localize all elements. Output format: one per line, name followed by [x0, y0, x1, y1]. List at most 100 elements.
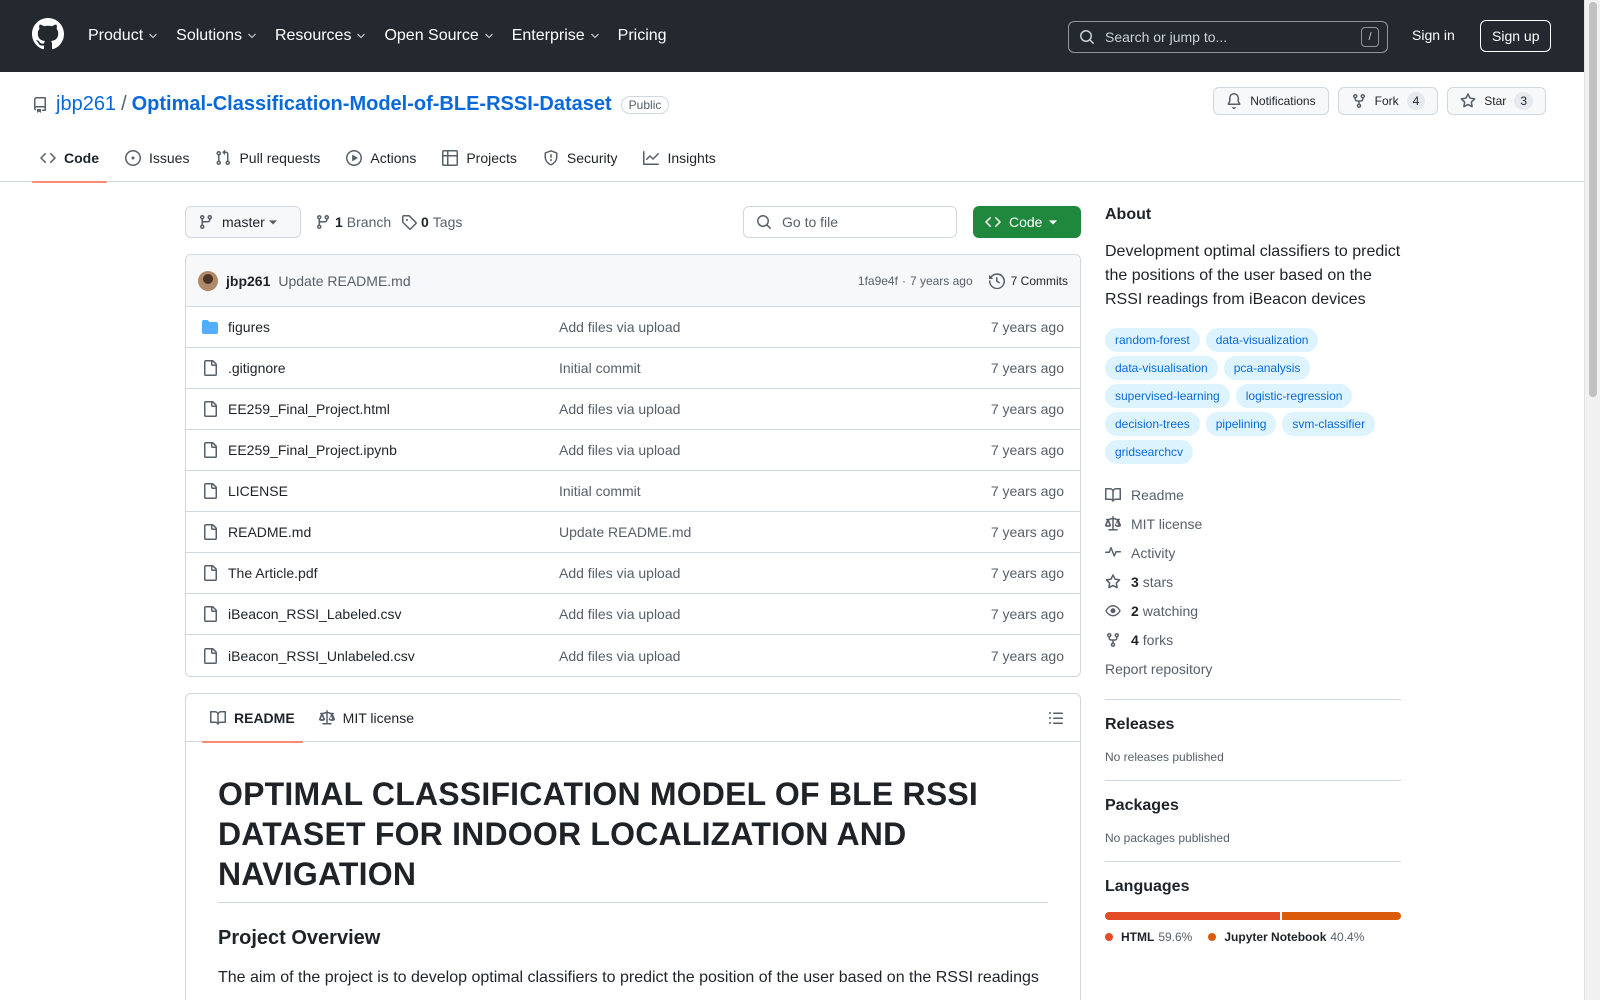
packages-heading[interactable]: Packages [1105, 797, 1401, 815]
commits-history-link[interactable]: 7 Commits [988, 272, 1068, 289]
license-link[interactable]: MIT license [1105, 509, 1401, 538]
tab-issues[interactable]: Issues [117, 134, 197, 182]
page-scrollbar[interactable] [1584, 0, 1600, 1000]
file-commit-message-link[interactable]: Add files via upload [559, 606, 991, 622]
language-name: Jupyter Notebook [1224, 930, 1327, 944]
file-commit-message-link[interactable]: Add files via upload [559, 401, 991, 417]
nav-resources[interactable]: Resources [275, 22, 367, 50]
topic-tag[interactable]: gridsearchcv [1105, 440, 1194, 464]
language-bar [1105, 912, 1401, 920]
activity-link-label: Activity [1131, 544, 1176, 561]
tab-projects[interactable]: Projects [434, 134, 525, 182]
activity-link[interactable]: Activity [1105, 538, 1401, 567]
tab-license[interactable]: MIT license [311, 694, 422, 742]
branch-count-label: Branch [346, 214, 392, 230]
file-name-link[interactable]: EE259_Final_Project.html [228, 401, 559, 417]
topic-tag[interactable]: data-visualisation [1105, 356, 1218, 380]
code-button-label: Code [1009, 214, 1043, 230]
go-to-file-input[interactable]: Go to file [743, 206, 957, 238]
file-row[interactable]: The Article.pdf Add files via upload 7 yea… [186, 553, 1080, 594]
commit-message-link[interactable]: Update README.md [278, 273, 410, 289]
readme-section-title: Project Overview [218, 927, 381, 949]
file-row[interactable]: LICENSE Initial commit 7 years ago [186, 471, 1080, 512]
sign-up-button[interactable]: Sign up [1480, 20, 1552, 52]
commit-hash-link[interactable]: 1fa9e4f [858, 274, 898, 288]
notifications-button[interactable]: Notifications [1213, 87, 1329, 115]
file-row[interactable]: README.md Update README.md 7 years ago [186, 512, 1080, 553]
file-name-link[interactable]: README.md [228, 524, 559, 540]
code-dropdown-button[interactable]: Code [973, 206, 1081, 238]
packages-empty-text: No packages published [1105, 831, 1230, 845]
topic-tag[interactable]: random-forest [1105, 328, 1200, 352]
readme-link[interactable]: Readme [1105, 480, 1401, 509]
file-name-link[interactable]: LICENSE [228, 483, 559, 499]
file-commit-message-link[interactable]: Add files via upload [559, 442, 991, 458]
tab-security[interactable]: Security [535, 134, 626, 182]
tags-link[interactable]: 0 Tags [401, 206, 462, 238]
avatar[interactable] [198, 270, 218, 291]
repo-owner-link[interactable]: jbp261 [56, 93, 116, 116]
nav-solutions[interactable]: Solutions [176, 22, 258, 50]
language-item[interactable]: Jupyter Notebook 40.4% [1208, 930, 1364, 944]
scrollbar-thumb[interactable] [1589, 2, 1597, 397]
repo-actions: Notifications Fork 4 Star 3 [1213, 87, 1546, 115]
topic-tag[interactable]: pca-analysis [1223, 356, 1311, 380]
topic-tag[interactable]: svm-classifier [1282, 412, 1376, 436]
tab-readme[interactable]: README [202, 694, 303, 743]
language-list: HTML 59.6% Jupyter Notebook 40.4% [1105, 930, 1401, 944]
github-logo-icon[interactable] [32, 18, 64, 50]
file-name-link[interactable]: figures [228, 319, 559, 335]
nav-product[interactable]: Product [88, 22, 159, 50]
code-icon [40, 150, 64, 166]
file-commit-message-link[interactable]: Add files via upload [559, 565, 991, 581]
divider [1105, 780, 1401, 781]
nav-pricing[interactable]: Pricing [618, 22, 667, 50]
file-name-link[interactable]: The Article.pdf [228, 565, 559, 581]
releases-heading[interactable]: Releases [1105, 716, 1401, 734]
repo-name-link[interactable]: Optimal-Classification-Model-of-BLE-RSSI… [132, 93, 612, 116]
list-unordered-icon[interactable] [1048, 710, 1064, 726]
branch-select-button[interactable]: master [185, 206, 301, 238]
tab-code[interactable]: Code [32, 134, 107, 183]
file-commit-message-link[interactable]: Initial commit [559, 483, 991, 499]
pulse-icon [1105, 545, 1131, 561]
file-row[interactable]: figures Add files via upload 7 years ago [186, 307, 1080, 348]
law-icon [318, 709, 343, 726]
file-name-link[interactable]: .gitignore [228, 360, 559, 376]
file-name-link[interactable]: EE259_Final_Project.ipynb [228, 442, 559, 458]
search-input[interactable]: Search or jump to... / [1068, 21, 1388, 53]
file-commit-message-link[interactable]: Update README.md [559, 524, 991, 540]
topic-tag[interactable]: pipelining [1205, 412, 1277, 436]
file-commit-message-link[interactable]: Add files via upload [559, 648, 991, 664]
file-commit-date: 7 years ago [990, 647, 1064, 664]
tab-actions[interactable]: Actions [338, 134, 424, 182]
topic-tag[interactable]: data-visualization [1205, 328, 1319, 352]
file-commit-message-link[interactable]: Add files via upload [559, 319, 991, 335]
topic-tag[interactable]: logistic-regression [1235, 384, 1353, 408]
file-name-link[interactable]: iBeacon_RSSI_Unlabeled.csv [228, 648, 559, 664]
forks-link[interactable]: 4 forks [1105, 625, 1401, 654]
sign-in-link[interactable]: Sign in [1412, 27, 1455, 43]
file-row[interactable]: EE259_Final_Project.ipynb Add files via u… [186, 430, 1080, 471]
about-links: Readme MIT license Activity 3 stars 2 wa… [1105, 480, 1401, 683]
topic-tag[interactable]: decision-trees [1105, 412, 1200, 436]
file-name-link[interactable]: iBeacon_RSSI_Labeled.csv [228, 606, 559, 622]
topic-tag[interactable]: supervised-learning [1105, 384, 1230, 408]
star-button[interactable]: Star 3 [1447, 87, 1546, 115]
file-commit-message-link[interactable]: Initial commit [559, 360, 991, 376]
stars-link[interactable]: 3 stars [1105, 567, 1401, 596]
file-row[interactable]: iBeacon_RSSI_Unlabeled.csv Add files via … [186, 635, 1080, 676]
nav-open-source[interactable]: Open Source [384, 22, 494, 50]
tab-insights[interactable]: Insights [635, 134, 723, 182]
branches-link[interactable]: 1 Branch [315, 206, 391, 238]
language-item[interactable]: HTML 59.6% [1105, 930, 1192, 944]
file-row[interactable]: .gitignore Initial commit 7 years ago [186, 348, 1080, 389]
report-repository-link[interactable]: Report repository [1105, 654, 1401, 683]
watchers-link[interactable]: 2 watching [1105, 596, 1401, 625]
commit-author-link[interactable]: jbp261 [226, 273, 270, 289]
fork-button[interactable]: Fork 4 [1337, 87, 1439, 115]
tab-pull-requests[interactable]: Pull requests [207, 134, 328, 182]
file-row[interactable]: iBeacon_RSSI_Labeled.csv Add files via up… [186, 594, 1080, 635]
nav-enterprise[interactable]: Enterprise [512, 22, 601, 50]
file-row[interactable]: EE259_Final_Project.html Add files via up… [186, 389, 1080, 430]
